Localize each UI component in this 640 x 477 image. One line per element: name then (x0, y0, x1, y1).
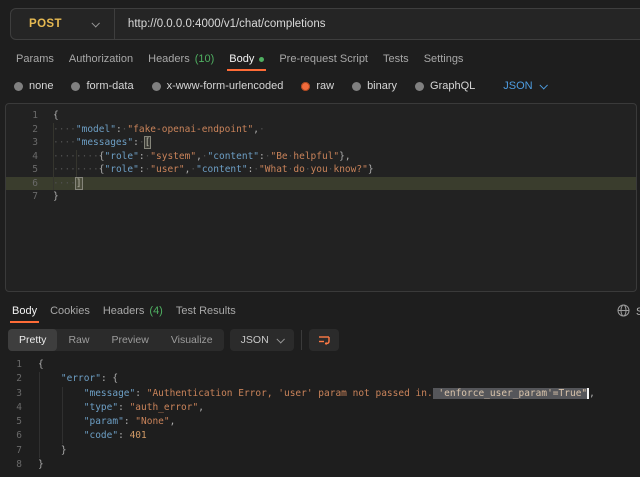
radio-icon (352, 82, 361, 91)
chevron-down-icon[interactable] (91, 19, 99, 27)
code-line[interactable]: 6 "code": 401 (0, 429, 640, 443)
request-body-editor[interactable]: 1{2····"model":·"fake-openai-endpoint",·… (5, 103, 637, 292)
line-number: 5 (6, 163, 38, 177)
code-line[interactable]: 5········{"role":·"user",·"content":·"Wh… (6, 163, 636, 177)
line-number: 2 (6, 123, 38, 137)
tab-response-headers[interactable]: Headers(4) (99, 300, 167, 322)
app-window: { "request_bar": { "method": "POST", "ur… (0, 0, 640, 477)
tab-params[interactable]: Params (12, 48, 58, 70)
line-number: 6 (6, 177, 38, 191)
radio-x-www-form-urlencoded[interactable]: x-www-form-urlencoded (152, 80, 284, 92)
line-number: 1 (6, 109, 38, 123)
tab-authorization[interactable]: Authorization (65, 48, 137, 70)
code-line[interactable]: 6····] (6, 177, 636, 191)
divider (114, 9, 115, 39)
tab-settings[interactable]: Settings (420, 48, 468, 70)
radio-icon (14, 82, 23, 91)
method-selector[interactable]: POST (29, 18, 62, 30)
code-line[interactable]: 3····"messages":·[ (6, 136, 636, 150)
view-pretty[interactable]: Pretty (8, 329, 57, 351)
indent-guide (62, 387, 63, 444)
tab-body[interactable]: Body (225, 48, 268, 70)
response-headers-count: (4) (149, 305, 162, 317)
radio-none[interactable]: none (14, 80, 53, 92)
line-number: 7 (0, 444, 22, 458)
view-visualize[interactable]: Visualize (160, 329, 224, 351)
code-line[interactable]: 4 "type": "auth_error", (0, 401, 640, 415)
line-number: 5 (0, 415, 22, 429)
response-body-editor[interactable]: 1{2 "error": {3 "message": "Authenticati… (0, 354, 640, 477)
view-raw[interactable]: Raw (57, 329, 100, 351)
body-modified-dot-icon (259, 57, 264, 62)
response-language-selector[interactable]: JSON (230, 329, 294, 351)
indent-guide (76, 150, 77, 177)
code-line[interactable]: 1{ (0, 358, 640, 372)
line-number: 1 (0, 358, 22, 372)
code-line[interactable]: 2 "error": { (0, 372, 640, 386)
chevron-down-icon (276, 335, 284, 343)
code-line[interactable]: 2····"model":·"fake-openai-endpoint",· (6, 123, 636, 137)
line-number: 6 (0, 429, 22, 443)
radio-icon (71, 82, 80, 91)
request-tabs: Params Authorization Headers(10) Body Pr… (0, 48, 640, 70)
body-type-row: none form-data x-www-form-urlencoded raw… (0, 74, 640, 98)
globe-icon[interactable] (617, 304, 630, 317)
chevron-down-icon (539, 81, 547, 89)
wrap-text-button[interactable] (309, 329, 339, 351)
tab-tests[interactable]: Tests (379, 48, 413, 70)
radio-icon (415, 82, 424, 91)
code-line[interactable]: 4········{"role":·"system",·"content":·"… (6, 150, 636, 164)
wrap-text-icon (317, 333, 331, 347)
headers-count: (10) (195, 53, 215, 65)
request-language-selector[interactable]: JSON (503, 80, 545, 92)
code-line[interactable]: 8} (0, 458, 640, 472)
radio-icon (152, 82, 161, 91)
radio-form-data[interactable]: form-data (71, 80, 133, 92)
status-text-cutoff: S (636, 306, 640, 318)
tab-pre-request-script[interactable]: Pre-request Script (275, 48, 372, 70)
code-line[interactable]: 1{ (6, 109, 636, 123)
radio-raw[interactable]: raw (301, 80, 334, 92)
indent-guide (39, 372, 40, 458)
code-line[interactable]: 7} (6, 190, 636, 204)
tab-cookies[interactable]: Cookies (46, 300, 94, 322)
line-number: 2 (0, 372, 22, 386)
code-line[interactable]: 5 "param": "None", (0, 415, 640, 429)
code-line[interactable]: 7 } (0, 444, 640, 458)
response-view-switcher: Pretty Raw Preview Visualize (8, 329, 224, 351)
divider (301, 330, 302, 350)
line-number: 3 (6, 136, 38, 150)
response-tabs: Body Cookies Headers(4) Test Results (0, 300, 640, 322)
tab-test-results[interactable]: Test Results (172, 300, 240, 322)
radio-graphql[interactable]: GraphQL (415, 80, 475, 92)
indent-guide (53, 123, 54, 190)
line-number: 3 (0, 387, 22, 401)
line-number: 4 (6, 150, 38, 164)
line-number: 8 (0, 458, 22, 472)
url-bar: POST http://0.0.0.0:4000/v1/chat/complet… (10, 8, 640, 40)
line-number: 7 (6, 190, 38, 204)
response-toolbar: Pretty Raw Preview Visualize JSON (8, 329, 339, 351)
code-line[interactable]: 3 "message": "Authentication Error, 'use… (0, 387, 640, 401)
url-input[interactable]: http://0.0.0.0:4000/v1/chat/completions (128, 18, 326, 30)
view-preview[interactable]: Preview (100, 329, 159, 351)
tab-headers[interactable]: Headers(10) (144, 48, 218, 70)
radio-selected-icon (301, 82, 310, 91)
tab-response-body[interactable]: Body (8, 300, 41, 322)
radio-binary[interactable]: binary (352, 80, 397, 92)
line-number: 4 (0, 401, 22, 415)
